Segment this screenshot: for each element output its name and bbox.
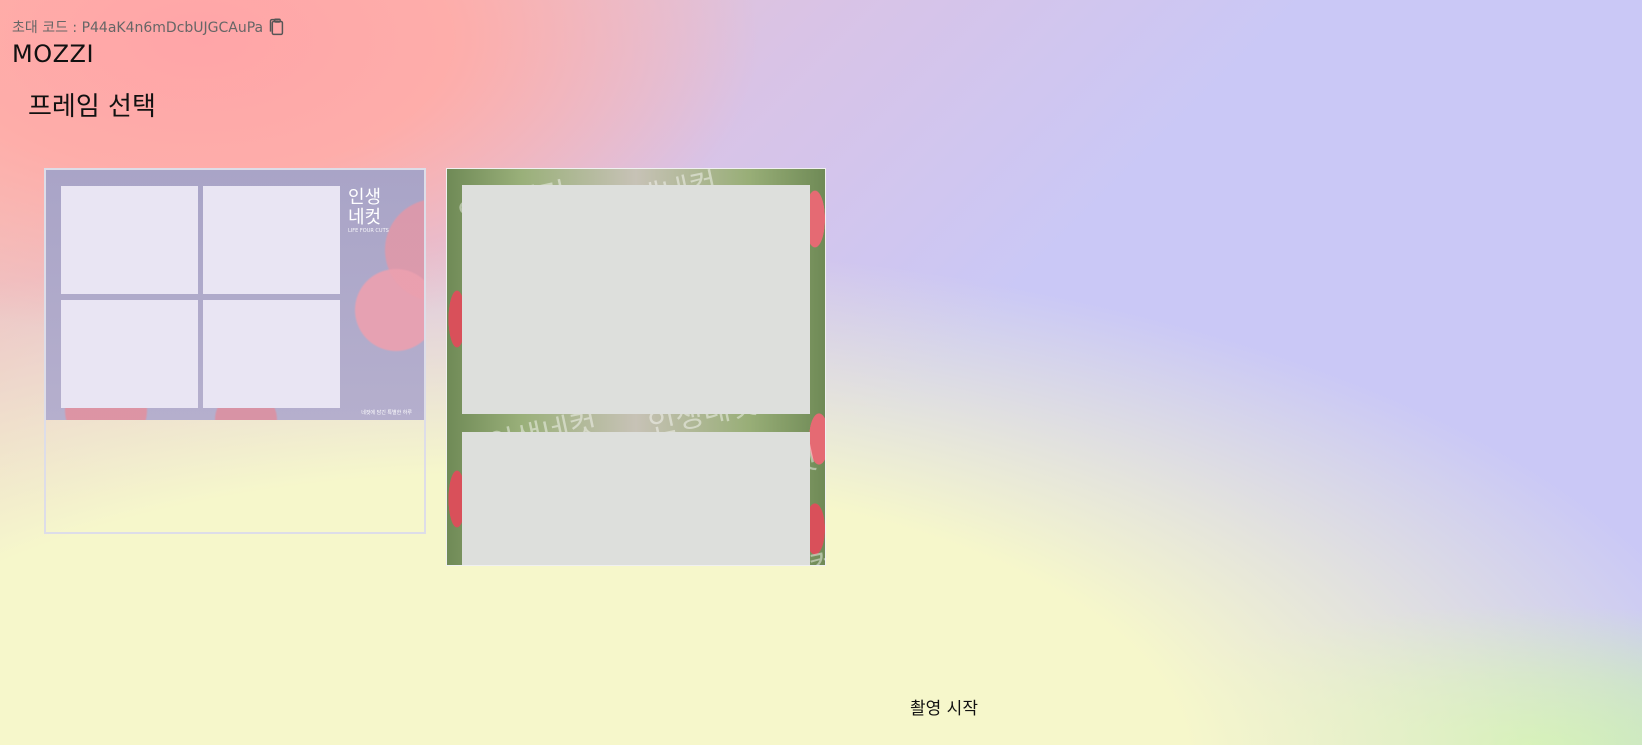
photo-slot	[61, 300, 198, 408]
photo-slot	[203, 300, 340, 408]
frame-logo: 인생 네컷 LIFE FOUR CUTS	[348, 187, 389, 235]
invite-code-text: 초대 코드 : P44aK4n6mDcbUJGCAuPa	[12, 20, 264, 36]
page-title: 프레임 선택	[28, 92, 156, 122]
frame-option-cherry-blossom[interactable]: 인생 네컷 LIFE FOUR CUTS 네컷에 담긴 특별한 하루	[44, 168, 426, 534]
photo-slot	[462, 185, 810, 414]
page-content: 초대 코드 : P44aK4n6mDcbUJGCAuPa MOZZI 프레임 선…	[0, 0, 1642, 745]
start-shooting-button[interactable]: 촬영 시작	[910, 694, 978, 719]
frame-option-tulip[interactable]: 인생네컷 인생네컷 인생네컷 인생네컷 인생네컷 인생네컷 인생네컷 인생네컷 …	[446, 168, 826, 566]
photo-slot	[462, 432, 810, 565]
clipboard-copy-icon[interactable]	[265, 16, 287, 38]
frame-footer-text: 네컷에 담긴 특별한 하루	[361, 410, 412, 416]
invite-code: 초대 코드 : P44aK4n6mDcbUJGCAuPa	[12, 16, 287, 38]
photo-slot	[61, 186, 198, 294]
frame-preview-image: 인생 네컷 LIFE FOUR CUTS 네컷에 담긴 특별한 하루	[46, 170, 424, 420]
app-brand: MOZZI	[12, 40, 95, 68]
photo-slot	[203, 186, 340, 294]
